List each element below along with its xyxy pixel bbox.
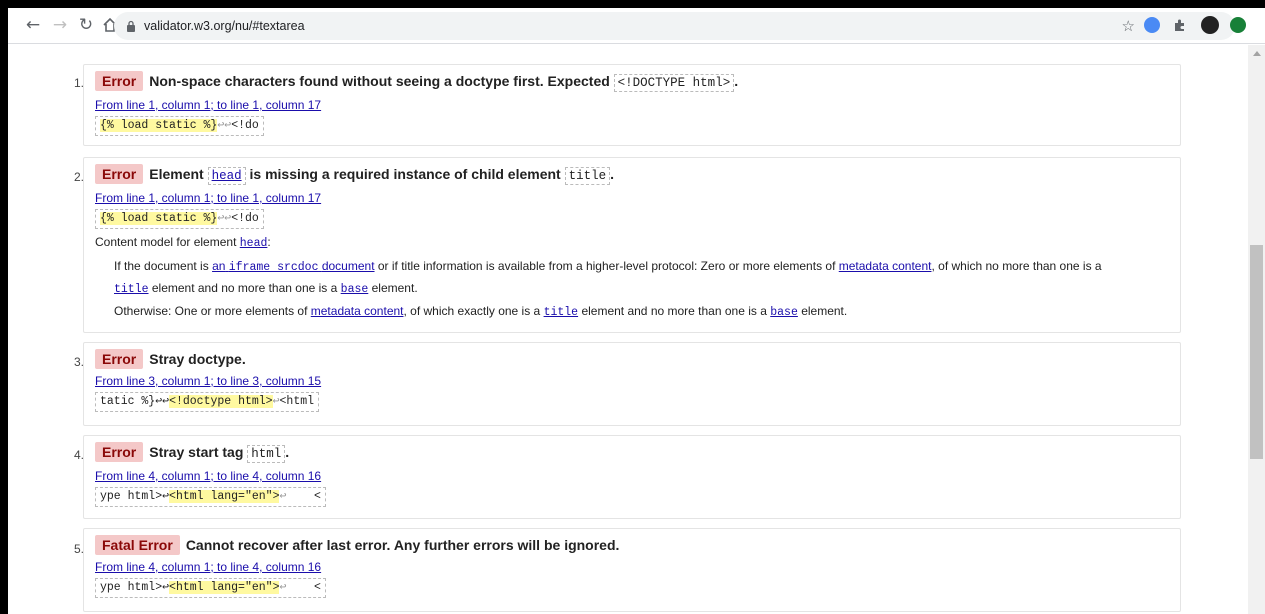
fatal-error-badge: Fatal Error	[95, 535, 180, 555]
profile-avatar-icon[interactable]	[1201, 16, 1219, 34]
extension-cube-icon[interactable]	[1144, 17, 1160, 33]
message-2: Error Element head is missing a required …	[83, 157, 1181, 333]
iframe-srcdoc-link[interactable]: an iframe srcdoc document	[212, 259, 374, 274]
content-model-intro: Content model for element head:	[95, 235, 271, 250]
base-element-link[interactable]: base	[770, 306, 798, 319]
message-4: Error Stray start tag html. From line 4, …	[83, 435, 1181, 519]
code-title: title	[564, 167, 611, 185]
message-number: 1.	[73, 76, 84, 90]
location-link[interactable]: From line 1, column 1; to line 1, column…	[95, 190, 1169, 206]
forward-arrow-icon[interactable]: →	[49, 14, 71, 36]
source-extract: {% load static %}↩↩<!do	[95, 209, 264, 229]
vertical-scrollbar[interactable]	[1248, 45, 1265, 614]
base-element-link[interactable]: base	[341, 283, 369, 296]
message-title: Fatal Error Cannot recover after last err…	[95, 535, 1169, 555]
url-text: validator.w3.org/nu/#textarea	[144, 19, 305, 33]
browser-toolbar: ← → ↻ validator.w3.org/nu/#textarea ☆	[8, 8, 1265, 44]
code-doctype: <!DOCTYPE html>	[613, 74, 735, 92]
message-number: 4.	[73, 448, 84, 462]
code-html: html	[247, 445, 286, 463]
extensions-puzzle-icon[interactable]	[1172, 17, 1188, 33]
location-link[interactable]: From line 1, column 1; to line 1, column…	[95, 97, 1169, 113]
source-extract: {% load static %}↩↩<!do	[95, 116, 264, 136]
location-link[interactable]: From line 4, column 1; to line 4, column…	[95, 559, 1169, 575]
message-title: Error Stray start tag html.	[95, 442, 1169, 464]
source-extract: ype html>↩<html lang="en">↩ <	[95, 578, 326, 598]
content-model-srcdoc: If the document is an iframe srcdoc docu…	[114, 259, 1102, 274]
head-element-link[interactable]: head	[240, 237, 268, 250]
message-number: 5.	[73, 542, 84, 556]
message-title: Error Stray doctype.	[95, 349, 1169, 369]
message-title: Error Non-space characters found without …	[95, 71, 1169, 93]
error-badge: Error	[95, 71, 144, 91]
location-link[interactable]: From line 3, column 1; to line 3, column…	[95, 373, 1169, 389]
title-element-link[interactable]: title	[544, 306, 579, 319]
lock-icon	[127, 20, 135, 32]
title-element-link[interactable]: title	[114, 283, 149, 296]
message-number: 2.	[73, 170, 84, 184]
back-arrow-icon[interactable]: ←	[22, 14, 44, 36]
message-1: Error Non-space characters found without …	[83, 64, 1181, 146]
address-bar[interactable]: validator.w3.org/nu/#textarea ☆	[114, 12, 1235, 40]
content-model-srcdoc-cont: title element and no more than one is a …	[114, 281, 418, 296]
bookmark-star-icon[interactable]: ☆	[1122, 17, 1135, 35]
error-badge: Error	[95, 164, 144, 184]
code-head-link[interactable]: head	[207, 167, 246, 185]
validator-results: 1. Error Non-space characters found witho…	[8, 45, 1248, 614]
message-title: Error Element head is missing a required …	[95, 164, 1169, 186]
error-badge: Error	[95, 442, 144, 462]
metadata-content-link[interactable]: metadata content	[839, 259, 932, 273]
reload-icon[interactable]: ↻	[75, 14, 97, 36]
scrollbar-thumb[interactable]	[1250, 245, 1263, 459]
source-extract: tatic %}↩↩<!doctype html>↩<html	[95, 392, 320, 412]
message-number: 3.	[73, 355, 84, 369]
extension-circle-icon[interactable]	[1230, 17, 1246, 33]
metadata-content-link[interactable]: metadata content	[311, 304, 404, 318]
location-link[interactable]: From line 4, column 1; to line 4, column…	[95, 468, 1169, 484]
error-badge: Error	[95, 349, 144, 369]
message-3: Error Stray doctype. From line 3, column …	[83, 342, 1181, 426]
message-5: Fatal Error Cannot recover after last err…	[83, 528, 1181, 612]
content-model-otherwise: Otherwise: One or more elements of metad…	[114, 304, 848, 319]
source-extract: ype html>↩<html lang="en">↩ <	[95, 487, 326, 507]
scroll-up-arrow-icon[interactable]	[1253, 51, 1261, 56]
browser-window: ← → ↻ validator.w3.org/nu/#textarea ☆ 1.…	[8, 8, 1265, 614]
